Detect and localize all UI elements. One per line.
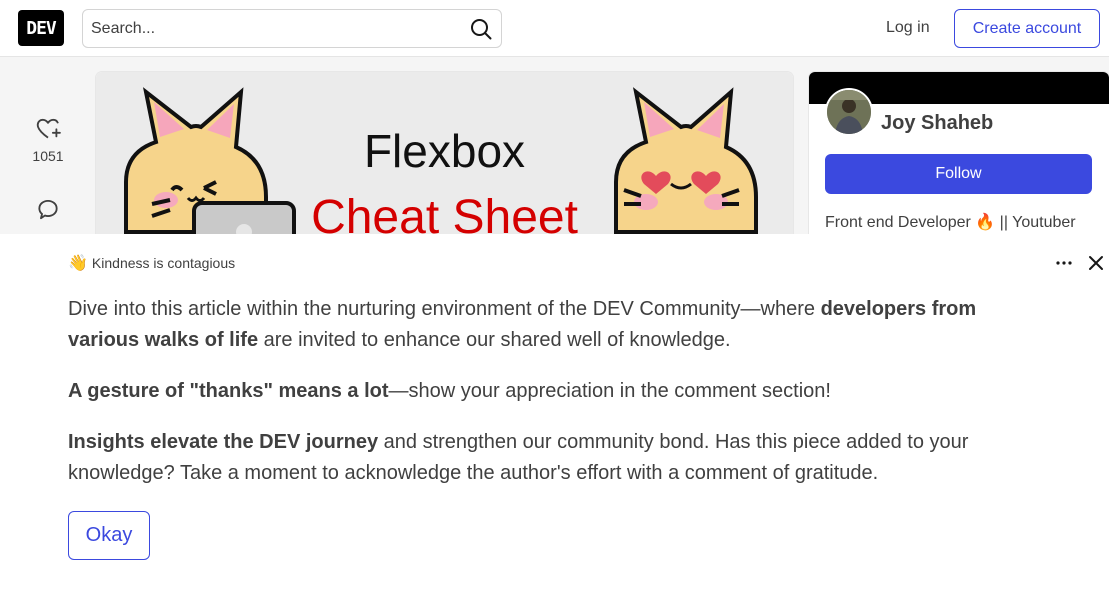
kindness-modal: 👋 Kindness is contagious Dive into this … (0, 234, 1109, 600)
close-icon[interactable] (1084, 251, 1108, 275)
search-icon[interactable] (469, 17, 493, 41)
reactions-count: 1051 (32, 148, 64, 164)
search-input[interactable] (83, 10, 453, 47)
modal-badge-text: Kindness is contagious (91, 255, 236, 271)
okay-button[interactable]: Okay (68, 511, 150, 560)
login-link[interactable]: Log in (874, 10, 942, 46)
create-account-button[interactable]: Create account (954, 9, 1100, 48)
reaction-group: 1051 (28, 116, 68, 164)
wave-icon: 👋 (68, 255, 88, 272)
cover-title-line1: Flexbox (363, 125, 526, 177)
modal-badge: 👋 Kindness is contagious (68, 253, 235, 273)
modal-paragraph-2: A gesture of "thanks" means a lot—show y… (68, 380, 831, 402)
dev-logo[interactable]: DEV (18, 10, 64, 46)
modal-body: Dive into this article within the nurtur… (68, 294, 1028, 509)
author-name[interactable]: Joy Shaheb (881, 112, 993, 135)
avatar[interactable] (825, 88, 873, 136)
top-header: DEV Log in Create account (0, 0, 1109, 57)
comment-icon[interactable] (35, 196, 61, 222)
author-bio: Front end Developer 🔥 || Youtuber (825, 214, 1076, 231)
modal-paragraph-1: Dive into this article within the nurtur… (68, 298, 977, 351)
modal-paragraph-3: Insights elevate the DEV journey and str… (68, 431, 969, 484)
comments-group (28, 196, 68, 222)
search-box[interactable] (82, 9, 502, 48)
more-options-icon[interactable] (1052, 251, 1076, 275)
heart-plus-icon[interactable] (35, 116, 61, 142)
follow-button[interactable]: Follow (825, 154, 1092, 194)
